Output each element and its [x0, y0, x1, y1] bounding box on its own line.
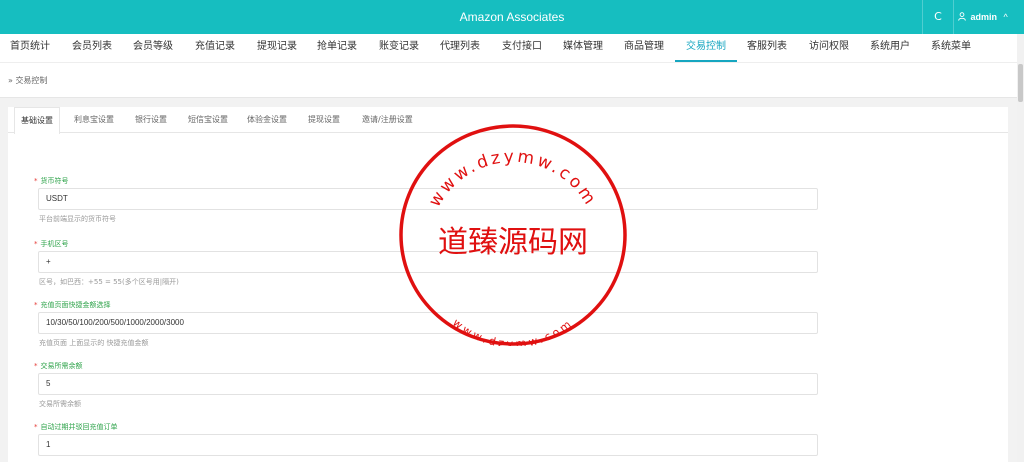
chevron-up-icon: ^ [1003, 12, 1008, 22]
nav-item-1[interactable]: 会员列表 [72, 34, 112, 62]
nav-item-5[interactable]: 抢单记录 [317, 34, 357, 62]
field-input-3[interactable]: 5 [38, 373, 818, 395]
field-label-3: * 交易所需余额 [34, 361, 83, 371]
field-label-4: * 自动过期并驳回充值订单 [34, 422, 118, 432]
tab-1[interactable]: 利息宝设置 [74, 107, 114, 133]
tab-3[interactable]: 短信宝设置 [188, 107, 228, 133]
tab-4[interactable]: 体验金设置 [247, 107, 287, 133]
field-input-4[interactable]: 1 [38, 434, 818, 456]
field-label-0: * 货币符号 [34, 176, 69, 186]
user-menu[interactable]: admin ^ [958, 0, 1008, 34]
watermark-stamp: www.dzymw.com 道臻源码网 www.dzymw.com [399, 124, 627, 346]
nav-item-8[interactable]: 支付接口 [502, 34, 542, 62]
field-label-text: 充值页面快捷金额选择 [40, 301, 111, 309]
nav-item-9[interactable]: 媒体管理 [563, 34, 603, 62]
breadcrumb-bar: » 交易控制 [0, 62, 1017, 98]
tab-2[interactable]: 银行设置 [135, 107, 167, 133]
user-icon [958, 0, 966, 34]
field-label-text: 交易所需余额 [40, 362, 83, 370]
field-hint-0: 平台前端显示的货币符号 [39, 215, 116, 223]
nav-item-10[interactable]: 商品管理 [624, 34, 664, 62]
required-marker: * [34, 362, 38, 370]
field-hint-2: 充值页面 上面显示的 快捷充值金额 [39, 339, 149, 347]
refresh-icon[interactable]: C [922, 0, 954, 34]
nav-item-6[interactable]: 账变记录 [379, 34, 419, 62]
field-label-1: * 手机区号 [34, 239, 69, 249]
scrollbar-thumb[interactable] [1018, 64, 1023, 102]
tab-0[interactable]: 基础设置 [14, 107, 60, 134]
nav-item-11[interactable]: 交易控制 [675, 34, 737, 62]
top-header-bar: Amazon Associates C admin ^ [0, 0, 1024, 34]
stamp-top-text: www.dzymw.com [425, 147, 601, 211]
field-hint-3: 交易所需余额 [39, 400, 81, 408]
nav-item-0[interactable]: 首页统计 [10, 34, 50, 62]
stamp-center-text: 道臻源码网 [438, 225, 588, 260]
user-name: admin [970, 12, 998, 22]
nav-item-7[interactable]: 代理列表 [440, 34, 480, 62]
tab-5[interactable]: 提现设置 [308, 107, 340, 133]
field-hint-1: 区号，如巴西：+55 = 55(多个区号用|隔开) [39, 278, 179, 286]
main-nav: 首页统计 会员列表 会员等级 充值记录 提现记录 抢单记录 账变记录 代理列表 支付接口 媒体管理… [0, 34, 1024, 62]
app-title: Amazon Associates [459, 10, 565, 24]
nav-item-3[interactable]: 充值记录 [195, 34, 235, 62]
nav-item-12[interactable]: 客服列表 [747, 34, 787, 62]
nav-item-13[interactable]: 访问权限 [809, 34, 849, 62]
field-label-text: 手机区号 [40, 240, 69, 248]
required-marker: * [34, 301, 38, 309]
breadcrumb: » 交易控制 [8, 76, 48, 85]
nav-item-14[interactable]: 系统用户 [870, 34, 910, 62]
stamp-bottom-text: www.dzymw.com [450, 316, 576, 346]
field-label-2: * 充值页面快捷金额选择 [34, 300, 111, 310]
field-label-text: 货币符号 [40, 177, 69, 185]
nav-item-2[interactable]: 会员等级 [133, 34, 173, 62]
nav-item-4[interactable]: 提现记录 [257, 34, 297, 62]
required-marker: * [34, 177, 38, 185]
required-marker: * [34, 240, 38, 248]
vertical-scrollbar[interactable] [1017, 34, 1024, 462]
required-marker: * [34, 423, 38, 431]
field-label-text: 自动过期并驳回充值订单 [40, 423, 118, 431]
nav-item-15[interactable]: 系统菜单 [931, 34, 971, 62]
